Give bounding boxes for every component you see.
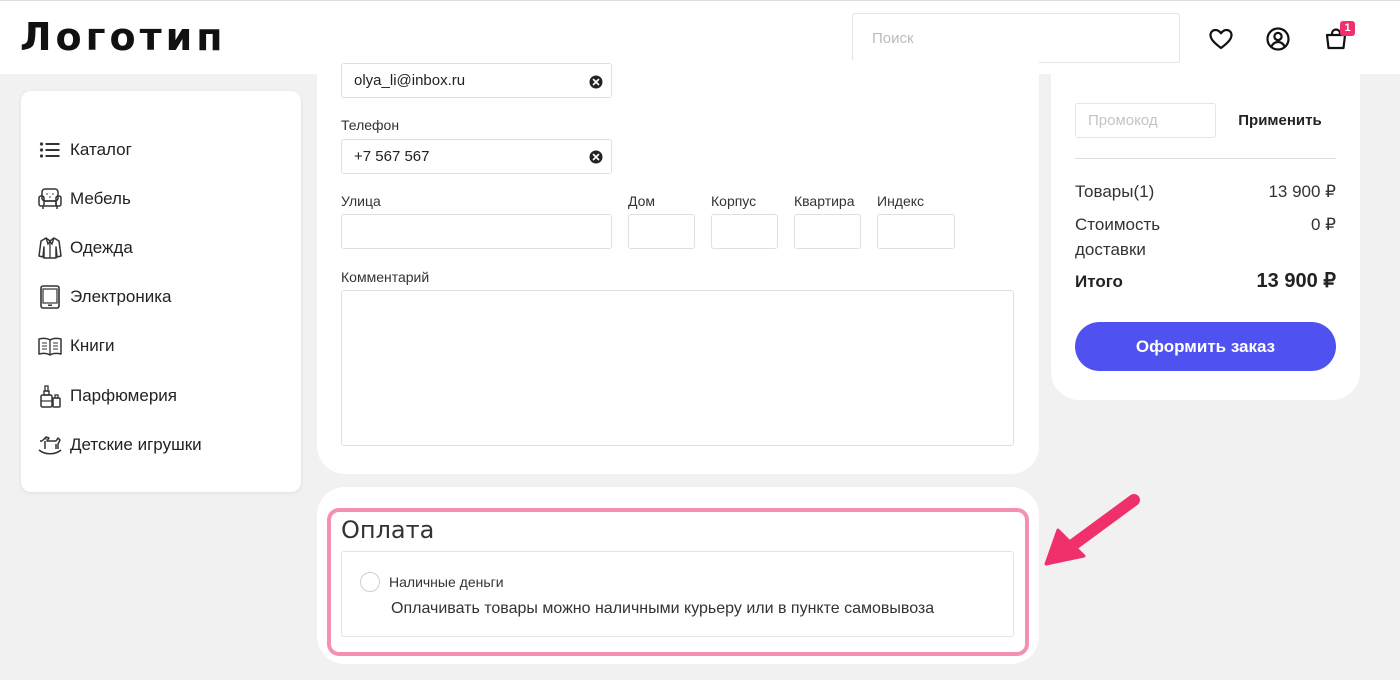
delivery-label-line1: Стоимость bbox=[1075, 215, 1161, 234]
payment-option-description: Оплачивать товары можно наличными курьер… bbox=[391, 600, 935, 617]
sidebar-item-label: Детские игрушки bbox=[70, 434, 202, 454]
house-field[interactable] bbox=[628, 214, 695, 249]
delivery-form-card: Телефон Улица Дом Корпус Квартира Индекс… bbox=[317, 60, 1039, 474]
total-value: 13 900 ₽ bbox=[1256, 270, 1336, 292]
sidebar-item-label: Каталог bbox=[70, 139, 132, 159]
sidebar-item-furniture[interactable]: Мебель bbox=[21, 174, 301, 223]
tablet-icon bbox=[37, 284, 63, 310]
building-field[interactable] bbox=[711, 214, 778, 249]
street-label: Улица bbox=[341, 193, 381, 209]
goods-value: 13 900 ₽ bbox=[1268, 182, 1336, 201]
index-label: Индекс bbox=[877, 193, 925, 209]
sidebar-item-label: Одежда bbox=[70, 237, 133, 257]
divider bbox=[1075, 158, 1336, 159]
category-sidebar: Каталог Мебель Одежда Электроника Книги … bbox=[21, 91, 301, 492]
house-label: Дом bbox=[628, 193, 656, 209]
sidebar-item-label: Книги bbox=[70, 336, 115, 356]
cash-radio[interactable] bbox=[360, 572, 380, 592]
comment-field[interactable] bbox=[341, 290, 1014, 446]
sidebar-item-clothing[interactable]: Одежда bbox=[21, 223, 301, 272]
apartment-label: Квартира bbox=[794, 193, 855, 209]
index-field[interactable] bbox=[877, 214, 955, 249]
sidebar-item-toys[interactable]: Детские игрушки bbox=[21, 420, 301, 469]
cart-count-badge: 1 bbox=[1340, 21, 1355, 36]
place-order-button[interactable]: Оформить заказ bbox=[1075, 322, 1336, 371]
total-label: Итого bbox=[1075, 272, 1123, 291]
order-summary-card: Применить Товары(1) 13 900 ₽ Стоимость д… bbox=[1051, 74, 1360, 400]
goods-label: Товары(1) bbox=[1075, 182, 1155, 201]
sidebar-item-label: Парфюмерия bbox=[70, 385, 177, 405]
logo[interactable]: Логотип bbox=[20, 15, 227, 59]
promo-code-input[interactable] bbox=[1075, 103, 1216, 138]
sidebar-item-books[interactable]: Книги bbox=[21, 322, 301, 371]
delivery-value: 0 ₽ bbox=[1311, 215, 1336, 234]
list-icon bbox=[37, 137, 63, 163]
building-label: Корпус bbox=[711, 193, 757, 209]
payment-option-cash[interactable]: Наличные деньги Оплачивать товары можно … bbox=[341, 551, 1014, 637]
email-field[interactable] bbox=[341, 63, 612, 98]
apply-promo-button[interactable]: Применить bbox=[1225, 103, 1335, 138]
phone-label: Телефон bbox=[341, 117, 400, 133]
payment-option-label: Наличные деньги bbox=[389, 574, 504, 590]
street-field[interactable] bbox=[341, 214, 612, 249]
sidebar-item-catalog[interactable]: Каталог bbox=[21, 125, 301, 174]
sidebar-item-label: Мебель bbox=[70, 188, 131, 208]
payment-title: Оплата bbox=[341, 516, 435, 544]
annotation-arrow-icon bbox=[1044, 490, 1144, 570]
clear-phone-icon[interactable] bbox=[588, 149, 604, 165]
heart-icon[interactable] bbox=[1207, 25, 1235, 53]
perfume-icon bbox=[37, 383, 63, 409]
clear-email-icon[interactable] bbox=[588, 74, 604, 90]
sidebar-item-perfume[interactable]: Парфюмерия bbox=[21, 371, 301, 420]
armchair-icon bbox=[37, 186, 63, 212]
jacket-icon bbox=[37, 235, 63, 261]
delivery-label-line2: доставки bbox=[1075, 240, 1146, 259]
user-icon[interactable] bbox=[1264, 25, 1292, 53]
comment-label: Комментарий bbox=[341, 269, 430, 285]
sidebar-item-electronics[interactable]: Электроника bbox=[21, 273, 301, 322]
apartment-field[interactable] bbox=[794, 214, 861, 249]
phone-field[interactable] bbox=[341, 139, 612, 174]
rocking-horse-icon bbox=[37, 432, 63, 458]
sidebar-item-label: Электроника bbox=[70, 287, 172, 307]
search-input[interactable] bbox=[852, 13, 1180, 63]
book-icon bbox=[37, 333, 63, 359]
